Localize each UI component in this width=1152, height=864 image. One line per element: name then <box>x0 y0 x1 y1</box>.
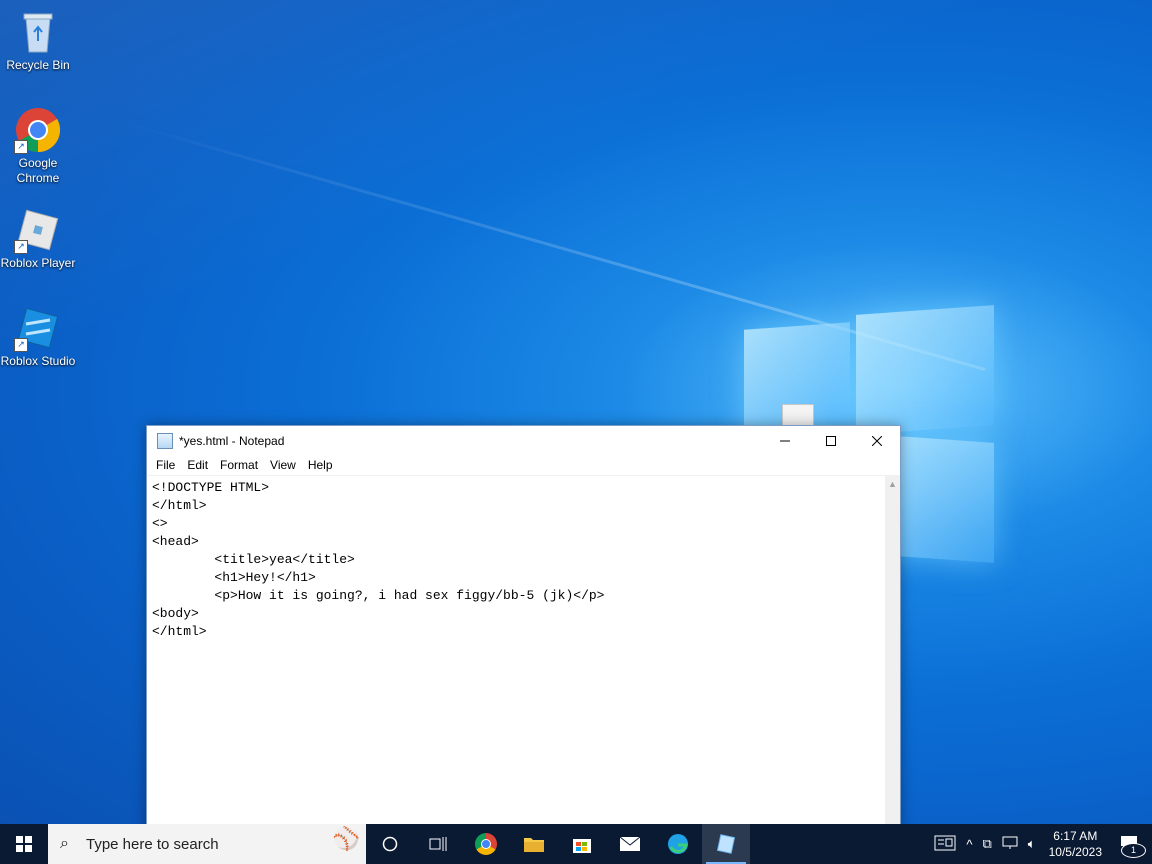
desktop-icon-recycle-bin[interactable]: Recycle Bin <box>0 8 76 73</box>
vertical-scrollbar[interactable]: ▲ <box>885 476 900 846</box>
taskbar-microsoft-store[interactable] <box>558 824 606 864</box>
menu-format[interactable]: Format <box>214 458 264 472</box>
task-view-button[interactable] <box>414 824 462 864</box>
maximize-icon <box>826 435 836 446</box>
clock-date: 10/5/2023 <box>1048 845 1102 859</box>
shortcut-arrow-icon: ↗ <box>14 338 28 352</box>
desktop-icon-label: Recycle Bin <box>6 58 70 72</box>
search-icon: ⌕ <box>60 835 69 852</box>
volume-icon[interactable]: 🔈︎ <box>1023 836 1041 852</box>
news-widget-icon[interactable] <box>929 835 961 854</box>
cortana-icon <box>382 836 398 852</box>
desktop-icon-google-chrome[interactable]: ↗ Google Chrome <box>0 106 76 186</box>
clock-time: 6:17 AM <box>1053 829 1098 843</box>
taskbar: ⌕ Type here to search ⚾ ^ ⧉ 🔈︎ 6:17 AM 1… <box>0 824 1152 864</box>
notepad-icon <box>716 834 736 854</box>
system-tray: ^ ⧉ 🔈︎ 6:17 AM 10/5/2023 1 <box>929 824 1152 864</box>
store-icon <box>573 839 591 853</box>
menu-bar: File Edit Format View Help <box>147 455 900 476</box>
search-placeholder: Type here to search <box>86 835 219 853</box>
task-view-icon <box>429 837 447 851</box>
roblox-player-icon: ↗ <box>14 206 62 254</box>
menu-help[interactable]: Help <box>302 458 339 472</box>
taskbar-file-explorer[interactable] <box>510 824 558 864</box>
notification-count-badge: 1 <box>1121 842 1146 858</box>
chrome-icon: ↗ <box>14 106 62 154</box>
recycle-bin-icon <box>14 8 62 56</box>
taskbar-chrome[interactable] <box>462 824 510 864</box>
desktop-icon-roblox-studio[interactable]: ↗ Roblox Studio <box>0 304 76 369</box>
notification-center-button[interactable]: 1 <box>1110 835 1152 858</box>
roblox-studio-icon: ↗ <box>14 304 62 352</box>
menu-edit[interactable]: Edit <box>181 458 214 472</box>
chrome-icon <box>475 833 497 855</box>
network-icon[interactable] <box>997 836 1023 853</box>
search-box[interactable]: ⌕ Type here to search ⚾ <box>48 824 366 864</box>
search-highlight-icon: ⚾ <box>332 826 360 851</box>
close-icon <box>872 435 882 446</box>
clock[interactable]: 6:17 AM 10/5/2023 <box>1041 828 1110 860</box>
menu-file[interactable]: File <box>150 458 181 472</box>
taskbar-mail[interactable] <box>606 824 654 864</box>
chevron-up-icon[interactable]: ^ <box>961 837 977 852</box>
notepad-icon <box>157 432 173 449</box>
scroll-up-icon[interactable]: ▲ <box>885 476 900 489</box>
taskbar-notepad[interactable] <box>702 824 750 864</box>
meet-now-icon[interactable]: ⧉ <box>978 836 997 852</box>
shortcut-arrow-icon: ↗ <box>14 140 28 154</box>
window-title: *yes.html - Notepad <box>179 433 285 448</box>
minimize-icon <box>780 440 790 441</box>
desktop-icon-roblox-player[interactable]: ↗ Roblox Player <box>0 206 76 271</box>
text-editor[interactable]: <!DOCTYPE HTML> </html> <> <head> <title… <box>147 476 885 846</box>
start-button[interactable] <box>0 824 48 864</box>
close-button[interactable] <box>854 426 900 455</box>
notepad-window[interactable]: *yes.html - Notepad File Edit Format Vie… <box>146 425 901 847</box>
minimize-button[interactable] <box>762 426 808 455</box>
shortcut-arrow-icon: ↗ <box>14 240 28 254</box>
menu-view[interactable]: View <box>264 458 302 472</box>
cortana-button[interactable] <box>366 824 414 864</box>
desktop-icon-label: Google Chrome <box>16 156 60 185</box>
folder-icon <box>524 838 544 852</box>
desktop-icon-label: Roblox Studio <box>0 354 76 368</box>
title-bar[interactable]: *yes.html - Notepad <box>147 426 900 455</box>
desktop-icon-label: Roblox Player <box>0 256 76 270</box>
mail-icon <box>619 836 641 851</box>
maximize-button[interactable] <box>808 426 854 455</box>
windows-logo-icon <box>16 836 32 852</box>
taskbar-edge[interactable] <box>654 824 702 864</box>
edge-icon <box>668 834 688 854</box>
